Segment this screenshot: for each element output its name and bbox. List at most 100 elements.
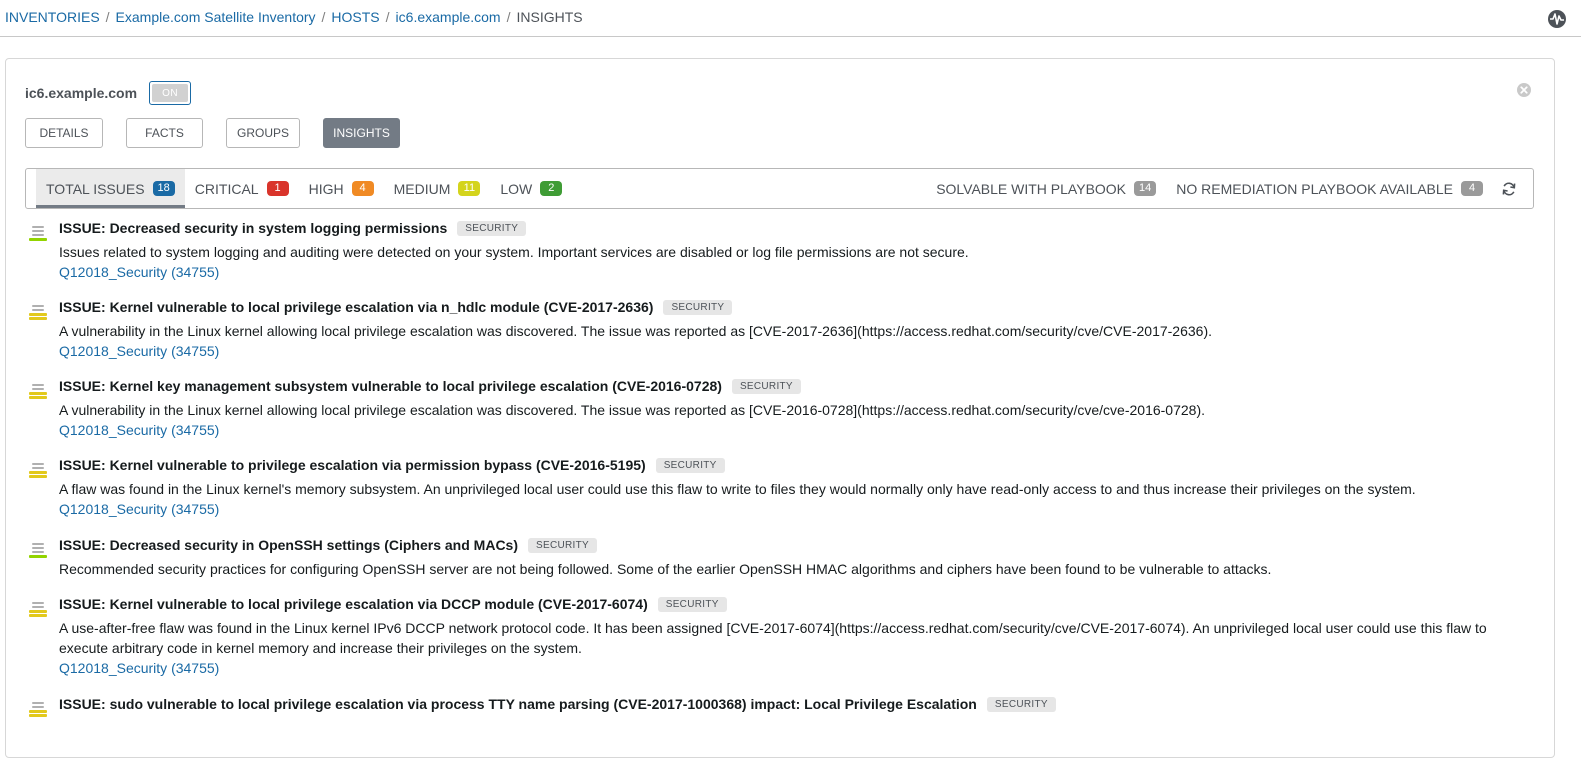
category-tag: SECURITY (655, 457, 725, 473)
issue-filter-bar: TOTAL ISSUES 18 CRITICAL 1 HIGH 4 MEDIUM… (25, 168, 1534, 209)
severity-bar (32, 547, 44, 549)
issue-title: ISSUE: Decreased security in OpenSSH set… (59, 537, 519, 553)
severity-bar (29, 471, 47, 474)
filter-high[interactable]: HIGH 4 (299, 169, 384, 208)
category-tag: SECURITY (663, 299, 733, 315)
issue-item: ISSUE: Decreased security in OpenSSH set… (27, 535, 1557, 594)
filter-critical[interactable]: CRITICAL 1 (185, 169, 299, 208)
issue-plan-link[interactable]: Q12018_Security (34755) (59, 341, 1557, 361)
filter-label: CRITICAL (194, 180, 259, 197)
issue-item: ISSUE: Kernel vulnerable to privilege es… (27, 455, 1557, 535)
breadcrumb-separator: / (105, 9, 110, 25)
tab-groups[interactable]: GROUPS (226, 118, 300, 148)
issue-description: A flaw was found in the Linux kernel's m… (59, 481, 1416, 497)
severity-bar (29, 614, 47, 617)
tab-insights[interactable]: INSIGHTS (323, 118, 400, 148)
filter-label: LOW (500, 180, 533, 197)
severity-bar (32, 234, 44, 236)
severity-bar (29, 313, 47, 316)
filter-solvable-with-playbook[interactable]: SOLVABLE WITH PLAYBOOK 14 (926, 169, 1166, 208)
severity-bar (29, 555, 47, 558)
severity-low-icon (29, 226, 47, 241)
count-badge: 18 (152, 181, 175, 196)
count-badge: 1 (266, 181, 289, 196)
severity-bar (29, 714, 47, 717)
breadcrumb-separator: / (321, 9, 326, 25)
issue-item: ISSUE: Decreased security in system logg… (27, 218, 1557, 297)
activity-stream-icon[interactable] (1547, 9, 1567, 29)
category-tag: SECURITY (657, 596, 727, 612)
severity-bar (32, 309, 44, 311)
issue-title: ISSUE: sudo vulnerable to local privileg… (59, 696, 977, 712)
breadcrumb-inventories[interactable]: INVENTORIES (5, 9, 100, 25)
severity-bar (32, 230, 44, 232)
count-badge: 14 (1134, 181, 1157, 196)
category-tag: SECURITY (986, 696, 1056, 712)
filter-no-remediation-playbook[interactable]: NO REMEDIATION PLAYBOOK AVAILABLE 4 (1166, 169, 1493, 208)
count-badge: 4 (351, 181, 374, 196)
issue-item: ISSUE: Kernel key management subsystem v… (27, 376, 1557, 455)
host-title: ic6.example.com (25, 85, 138, 101)
severity-bar (29, 238, 47, 241)
severity-bar (32, 706, 44, 708)
severity-medium-icon (29, 602, 47, 617)
filter-label: SOLVABLE WITH PLAYBOOK (936, 180, 1127, 197)
issue-plan-link[interactable]: Q12018_Security (34755) (59, 420, 1557, 440)
count-badge: 4 (1461, 181, 1483, 196)
severity-bar (32, 463, 44, 465)
issue-list: ISSUE: Decreased security in system logg… (27, 218, 1557, 724)
severity-bar (32, 467, 44, 469)
severity-bar (29, 396, 47, 399)
issue-item: ISSUE: Kernel vulnerable to local privil… (27, 297, 1557, 376)
severity-bar (32, 702, 44, 704)
issue-description: Issues related to system logging and aud… (59, 244, 969, 260)
filter-label: MEDIUM (393, 180, 451, 197)
issue-title: ISSUE: Kernel vulnerable to local privil… (59, 596, 648, 612)
tab-details[interactable]: DETAILS (25, 118, 103, 148)
severity-bar (32, 602, 44, 604)
host-enabled-toggle[interactable]: ON (149, 81, 192, 105)
issue-description: A vulnerability in the Linux kernel allo… (59, 402, 1205, 418)
severity-bar (29, 475, 47, 478)
issue-title: ISSUE: Decreased security in system logg… (59, 220, 448, 236)
category-tag: SECURITY (528, 537, 597, 553)
top-bar: INVENTORIES / Example.com Satellite Inve… (0, 0, 1581, 37)
filter-low[interactable]: LOW 2 (490, 169, 572, 208)
severity-bar (32, 388, 44, 390)
issue-item: ISSUE: Kernel vulnerable to local privil… (27, 594, 1557, 694)
breadcrumb-inventory-name[interactable]: Example.com Satellite Inventory (116, 9, 316, 25)
count-badge: 2 (540, 181, 563, 196)
severity-bar (32, 551, 44, 553)
filter-label: NO REMEDIATION PLAYBOOK AVAILABLE (1176, 180, 1453, 197)
issue-plan-link[interactable]: Q12018_Security (34755) (59, 262, 1557, 282)
issue-description: A vulnerability in the Linux kernel allo… (59, 323, 1212, 339)
severity-bar (29, 317, 47, 320)
category-tag: SECURITY (731, 378, 801, 394)
close-icon[interactable] (1516, 82, 1532, 98)
issue-title: ISSUE: Kernel vulnerable to privilege es… (59, 457, 646, 473)
severity-low-icon (29, 543, 47, 558)
filter-label: HIGH (308, 180, 344, 197)
issue-item: ISSUE: sudo vulnerable to local privileg… (27, 694, 1557, 724)
severity-bar (32, 226, 44, 228)
severity-bar (32, 305, 44, 307)
tab-facts[interactable]: FACTS (126, 118, 203, 148)
issue-description: Recommended security practices for confi… (59, 561, 1272, 577)
issue-plan-link[interactable]: Q12018_Security (34755) (59, 499, 1557, 519)
severity-medium-icon (29, 702, 47, 717)
refresh-icon[interactable] (1501, 181, 1517, 197)
severity-bar (29, 610, 47, 613)
breadcrumb-host[interactable]: ic6.example.com (396, 9, 501, 25)
breadcrumb-separator: / (385, 9, 390, 25)
breadcrumb-hosts[interactable]: HOSTS (331, 9, 379, 25)
filter-medium[interactable]: MEDIUM 11 (384, 169, 491, 208)
severity-medium-icon (29, 463, 47, 478)
breadcrumb-current: INSIGHTS (516, 9, 583, 25)
severity-bar (29, 710, 47, 713)
filter-total-issues[interactable]: TOTAL ISSUES 18 (36, 169, 185, 208)
issue-plan-link[interactable]: Q12018_Security (34755) (59, 658, 1557, 678)
issue-title: ISSUE: Kernel key management subsystem v… (59, 378, 722, 394)
count-badge: 11 (458, 181, 481, 196)
severity-bar (32, 384, 44, 386)
severity-medium-icon (29, 305, 47, 320)
